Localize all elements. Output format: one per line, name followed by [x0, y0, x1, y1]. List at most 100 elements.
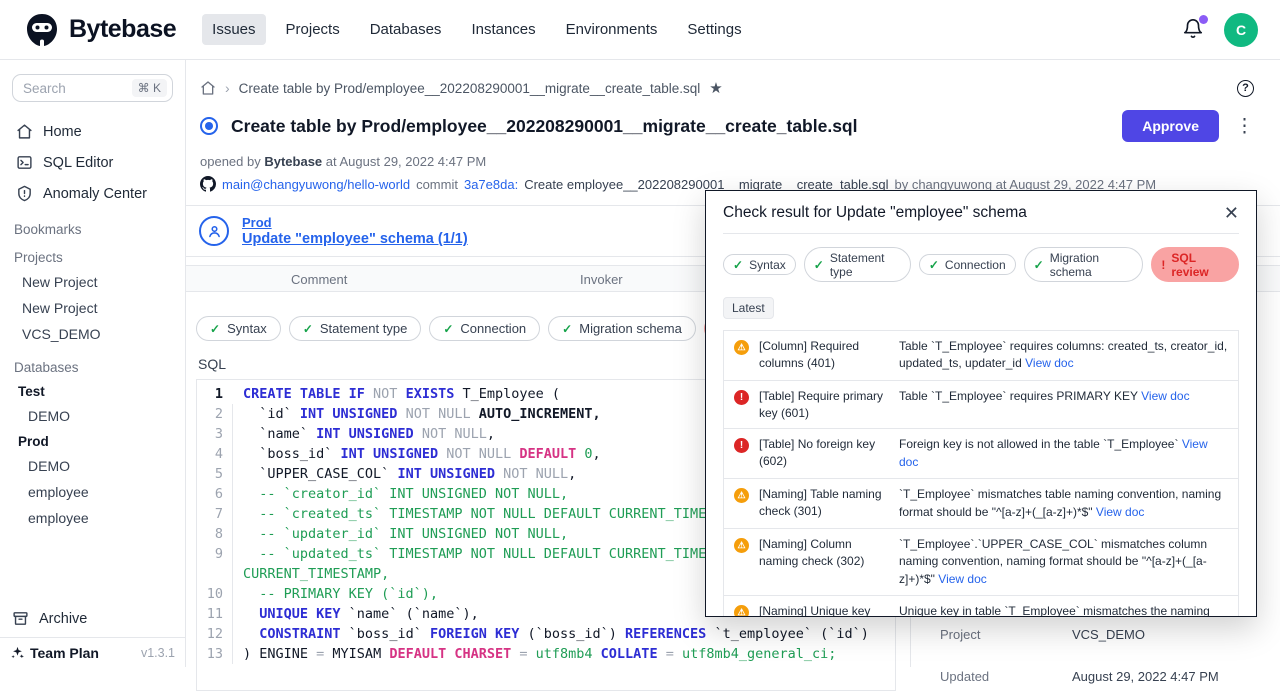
sidebar-item-anomaly-center[interactable]: Anomaly Center: [12, 178, 173, 209]
line-number: 2: [197, 404, 233, 424]
column-comment: Comment: [291, 272, 347, 287]
line-number: 1: [197, 384, 233, 404]
sql-code-line: 13) ENGINE = MYISAM DEFAULT CHARSET = ut…: [197, 644, 895, 664]
check-pill-statement-type[interactable]: ✓ Statement type: [289, 316, 422, 341]
view-doc-link[interactable]: View doc: [1096, 505, 1144, 519]
sidebar-project-item[interactable]: New Project: [12, 269, 173, 295]
check-pill-label: Syntax: [227, 321, 267, 336]
check-pill-sql-review[interactable]: ! SQL review: [1151, 247, 1239, 282]
violation-description: Table `T_Employee` requires PRIMARY KEY …: [899, 388, 1230, 422]
violation-description: Unique key in table `T_Employee` mismatc…: [899, 603, 1230, 617]
view-doc-link[interactable]: View doc: [938, 572, 986, 586]
meta-updated-label: Updated: [940, 669, 1072, 684]
nav-instances[interactable]: Instances: [461, 14, 545, 45]
bytebase-logo[interactable]: Bytebase: [24, 12, 176, 48]
check-mark-icon: ✓: [303, 322, 313, 336]
nav-issues[interactable]: Issues: [202, 14, 265, 45]
meta-project-label: Project: [940, 627, 1072, 642]
line-number: 7: [197, 504, 233, 524]
check-pill-statement-type[interactable]: ✓ Statement type: [804, 247, 911, 282]
more-actions-icon[interactable]: ⋮: [1235, 117, 1254, 136]
db-env-prod: Prod: [12, 429, 173, 453]
stage-task-link[interactable]: Update "employee" schema (1/1): [242, 231, 468, 247]
section-databases: Databases: [14, 360, 173, 375]
check-pill-migration-schema[interactable]: ✓Migration schema: [1024, 247, 1144, 282]
version-label: v1.3.1: [141, 646, 175, 660]
top-nav: Issues Projects Databases Instances Envi…: [202, 14, 751, 45]
line-number: 8: [197, 524, 233, 544]
check-pill-connection[interactable]: ✓ Connection: [919, 254, 1016, 275]
check-pill-label: SQL review: [1171, 251, 1229, 279]
star-icon[interactable]: ★: [709, 79, 722, 97]
line-number: 9: [197, 544, 233, 564]
sidebar-project-item[interactable]: New Project: [12, 295, 173, 321]
search-box[interactable]: ⌘ K: [12, 74, 173, 102]
check-pill-label: Syntax: [749, 258, 786, 272]
close-icon[interactable]: ✕: [1224, 204, 1239, 222]
help-icon[interactable]: ?: [1237, 80, 1254, 97]
check-pill-label: Connection: [945, 258, 1006, 272]
sidebar-item-archive[interactable]: Archive: [12, 610, 87, 627]
search-shortcut: ⌘ K: [132, 79, 167, 97]
issue-title: Create table by Prod/employee__202208290…: [231, 116, 857, 137]
notification-dot: [1199, 15, 1208, 24]
plan-badge[interactable]: Team Plan: [10, 645, 99, 661]
sidebar-db-item[interactable]: DEMO: [12, 453, 173, 479]
brand-name: Bytebase: [69, 15, 176, 44]
notifications-bell-icon[interactable]: [1182, 18, 1206, 42]
violation-row: ⚠[Naming] Table naming check (301)`T_Emp…: [724, 478, 1238, 528]
vcs-commit-label: commit: [416, 177, 458, 192]
sidebar-db-item[interactable]: DEMO: [12, 403, 173, 429]
check-pill-label: Statement type: [830, 251, 901, 279]
check-mark-icon: ✓: [814, 258, 824, 272]
view-doc-link[interactable]: View doc: [1025, 356, 1073, 370]
avatar[interactable]: C: [1224, 13, 1258, 47]
violation-description: `T_Employee`.`UPPER_CASE_COL` mismatches…: [899, 536, 1230, 588]
sidebar-project-item[interactable]: VCS_DEMO: [12, 321, 173, 347]
sidebar-item-sql-editor[interactable]: SQL Editor: [12, 147, 173, 178]
check-mark-icon: ✓: [733, 258, 743, 272]
archive-icon: [12, 610, 29, 627]
check-mark-icon: ✓: [929, 258, 939, 272]
bytebase-logo-icon: [24, 12, 60, 48]
view-doc-link[interactable]: View doc: [1141, 389, 1189, 403]
check-pill-migration-schema[interactable]: ✓Migration schema: [548, 316, 696, 341]
nav-projects[interactable]: Projects: [276, 14, 350, 45]
breadcrumb-title[interactable]: Create table by Prod/employee__202208290…: [239, 81, 701, 96]
sidebar-db-item[interactable]: employee: [12, 505, 173, 531]
db-env-test: Test: [12, 379, 173, 403]
error-icon: !: [734, 390, 749, 405]
check-pill-syntax[interactable]: ✓Syntax: [196, 316, 281, 341]
sql-code-line: 12 CONSTRAINT `boss_id` FOREIGN KEY (`bo…: [197, 624, 895, 644]
check-pill-syntax[interactable]: ✓ Syntax: [723, 254, 796, 275]
nav-settings[interactable]: Settings: [677, 14, 751, 45]
check-pill-label: Statement type: [320, 321, 407, 336]
home-breadcrumb-icon[interactable]: [200, 80, 216, 96]
nav-environments[interactable]: Environments: [556, 14, 668, 45]
warning-icon: ⚠: [734, 605, 749, 617]
sidebar: ⌘ K Home SQL Editor Anomaly Center Bookm…: [0, 60, 186, 667]
sidebar-db-item[interactable]: employee: [12, 479, 173, 505]
violation-rule: [Column] Required columns (401): [759, 338, 889, 373]
check-pill-label: Migration schema: [579, 321, 682, 336]
error-mark-icon: !: [1161, 258, 1165, 272]
search-input[interactable]: [23, 81, 123, 96]
nav-databases[interactable]: Databases: [360, 14, 452, 45]
stage-env-link[interactable]: Prod: [242, 215, 468, 230]
violation-row: ![Table] No foreign key (602)Foreign key…: [724, 428, 1238, 478]
line-number: 3: [197, 424, 233, 444]
view-doc-link[interactable]: View doc: [899, 437, 1208, 468]
meta-project-value[interactable]: VCS_DEMO: [1072, 627, 1145, 642]
line-number: 4: [197, 444, 233, 464]
sidebar-item-label: Home: [43, 124, 82, 140]
sidebar-item-home[interactable]: Home: [12, 116, 173, 147]
vcs-branch-link[interactable]: main@changyuwong/hello-world: [222, 177, 410, 192]
breadcrumb: › Create table by Prod/employee__2022082…: [186, 60, 1280, 97]
violation-description: Table `T_Employee` requires columns: cre…: [899, 338, 1230, 373]
vcs-commit-link[interactable]: 3a7e8da:: [464, 177, 518, 192]
violation-rule: [Table] Require primary key (601): [759, 388, 889, 422]
approve-button[interactable]: Approve: [1122, 110, 1219, 142]
check-pill-connection[interactable]: ✓Connection: [429, 316, 540, 341]
issue-opener: Bytebase: [264, 154, 322, 169]
violation-row: ⚠[Naming] Unique key naming check (304)U…: [724, 595, 1238, 617]
